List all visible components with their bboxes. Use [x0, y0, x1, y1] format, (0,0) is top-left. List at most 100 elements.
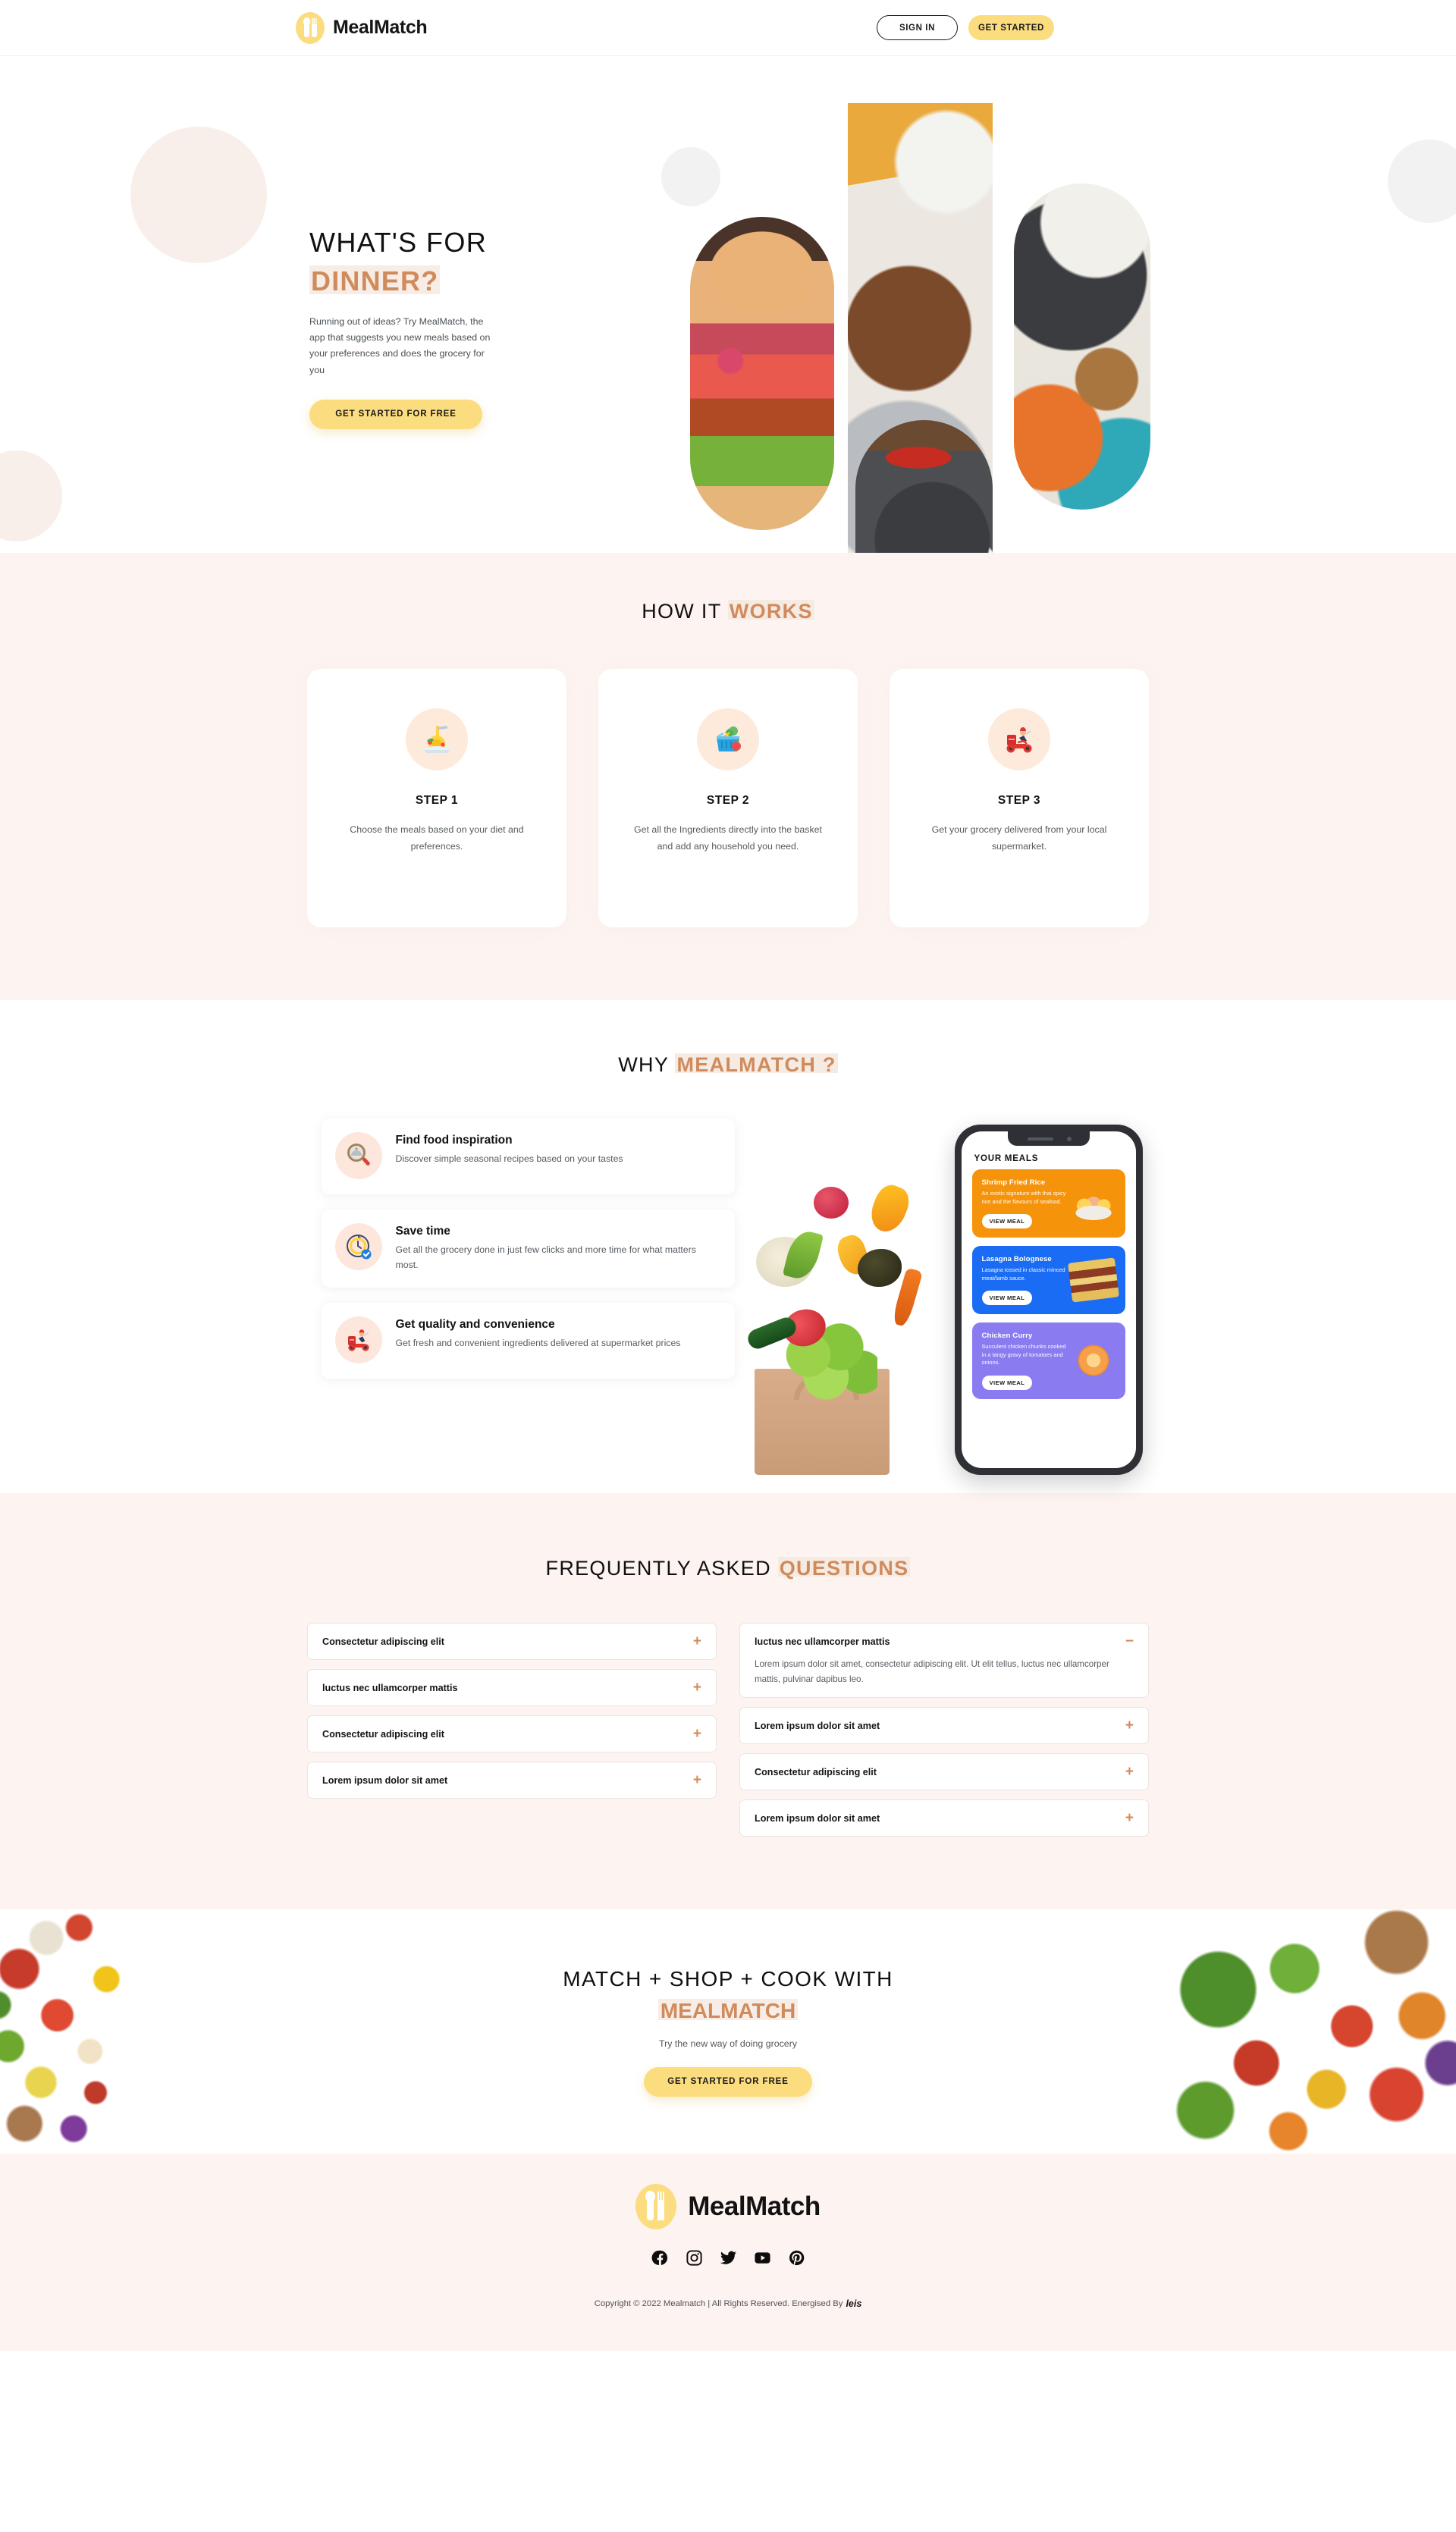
feature-title: Save time: [395, 1225, 450, 1238]
step-body: Get all the Ingredients directly into th…: [634, 824, 822, 852]
faq-toggle-icon[interactable]: −: [1125, 1634, 1134, 1649]
faq-question: Lorem ipsum dolor sit amet: [755, 1812, 880, 1824]
step-title: STEP 3: [997, 794, 1041, 807]
phone-notch: [1007, 1131, 1090, 1146]
faq-item-expanded[interactable]: luctus nec ullamcorper mattis − Lorem ips…: [739, 1623, 1149, 1699]
faq-toggle-icon[interactable]: +: [693, 1727, 701, 1741]
hero-copy: WHAT'S FOR DINNER? Running out of ideas?…: [309, 226, 560, 429]
title-accent: QUESTIONS: [777, 1557, 911, 1580]
get-started-button[interactable]: GET STARTED: [968, 15, 1054, 40]
why-title: WHY MEALMATCH ?: [0, 1053, 1456, 1077]
faq-question: Consectetur adipiscing elit: [755, 1766, 877, 1777]
facebook-icon[interactable]: [651, 2249, 669, 2267]
cta-get-started-button[interactable]: GET STARTED FOR FREE: [644, 2066, 812, 2097]
faq-question: luctus nec ullamcorper mattis: [322, 1682, 458, 1693]
shrimp-fried-rice-icon: [1069, 1184, 1117, 1224]
hero-food-image-chili-rice: [855, 420, 993, 553]
pasta-plate-icon: [406, 708, 468, 770]
faq-answer: Lorem ipsum dolor sit amet, consectetur …: [755, 1659, 1109, 1684]
view-meal-button[interactable]: VIEW MEAL: [981, 1375, 1033, 1390]
how-it-works-title: HOW IT WORKS: [0, 600, 1456, 623]
faq-column-right: luctus nec ullamcorper mattis − Lorem ips…: [739, 1623, 1149, 1837]
decorative-circle: [130, 127, 267, 263]
youtube-icon[interactable]: [754, 2249, 771, 2267]
view-meal-button[interactable]: VIEW MEAL: [981, 1214, 1033, 1229]
clock-check-icon: [334, 1223, 382, 1270]
hero-food-image-spread: [1014, 184, 1150, 510]
hero-section: WHAT'S FOR DINNER? Running out of ideas?…: [0, 56, 1456, 553]
faq-item[interactable]: luctus nec ullamcorper mattis +: [307, 1669, 717, 1706]
step-title: STEP 2: [706, 794, 750, 807]
step-card: STEP 1 Choose the meals based on your di…: [307, 669, 566, 927]
hero-title-line2: DINNER?: [309, 265, 441, 297]
cta-content: MATCH + SHOP + COOK WITH MEALMATCH Try t…: [563, 1967, 893, 2097]
feature-list: Find food inspiration Discover simple se…: [321, 1119, 735, 1475]
cta-title-accent: MEALMATCH: [657, 1998, 799, 2023]
faq-toggle-icon[interactable]: +: [1125, 1765, 1134, 1779]
grocery-bag-image: [735, 1147, 934, 1475]
faq-toggle-icon[interactable]: +: [1125, 1718, 1134, 1733]
title-accent: MEALMATCH ?: [675, 1053, 838, 1076]
vegetables-basket-image-right: [1148, 1909, 1456, 2154]
how-it-works-section: HOW IT WORKS STEP 1 Choose the meals bas…: [0, 553, 1456, 1000]
faq-item[interactable]: Lorem ipsum dolor sit amet +: [307, 1762, 717, 1799]
feature-card: Save time Get all the grocery done in ju…: [321, 1210, 735, 1288]
faq-columns: Consectetur adipiscing elit + luctus nec …: [0, 1623, 1456, 1837]
faq-item[interactable]: Lorem ipsum dolor sit amet +: [739, 1707, 1149, 1745]
faq-toggle-icon[interactable]: +: [693, 1773, 701, 1787]
copyright-text: Copyright © 2022 Mealmatch | All Rights …: [594, 2299, 843, 2309]
hero-subtitle: Running out of ideas? Try MealMatch, the…: [309, 315, 491, 375]
lasagna-icon: [1067, 1257, 1119, 1303]
faq-toggle-icon[interactable]: +: [693, 1680, 701, 1695]
partner-logo[interactable]: leis: [846, 2298, 861, 2309]
header-actions: SIGN IN GET STARTED: [877, 15, 1054, 40]
hero-title-line1: WHAT'S FOR: [309, 227, 488, 258]
faq-item[interactable]: Lorem ipsum dolor sit amet +: [739, 1799, 1149, 1837]
step-card: STEP 3 Get your grocery delivered from y…: [890, 669, 1149, 927]
faq-question: Consectetur adipiscing elit: [322, 1636, 444, 1647]
feature-title: Find food inspiration: [395, 1134, 513, 1147]
step-card: STEP 2 Get all the Ingredients directly …: [598, 669, 858, 927]
view-meal-button[interactable]: VIEW MEAL: [981, 1291, 1033, 1306]
pinterest-icon[interactable]: [788, 2249, 805, 2267]
cta-subtitle: Try the new way of doing grocery: [658, 2038, 798, 2049]
why-mealmatch-section: WHY MEALMATCH ? Find food inspiration Di…: [0, 1000, 1456, 1493]
faq-toggle-icon[interactable]: +: [1125, 1811, 1134, 1825]
phone-mockup: YOUR MEALS Shrimp Fried Rice An exotic s…: [954, 1125, 1143, 1475]
faq-item[interactable]: Consectetur adipiscing elit +: [307, 1623, 717, 1660]
faq-title: FREQUENTLY ASKED QUESTIONS: [0, 1557, 1456, 1580]
meal-card[interactable]: Chicken Curry Succulent chicken chunks c…: [971, 1322, 1125, 1399]
title-plain: WHY: [618, 1053, 676, 1076]
site-footer: MealMatch Copyright © 2022 Mealmatch | A…: [0, 2154, 1456, 2352]
instagram-icon[interactable]: [686, 2249, 703, 2267]
brand-logo[interactable]: MealMatch: [296, 11, 428, 44]
delivery-scooter-icon: [334, 1316, 382, 1364]
step-body: Get your grocery delivered from your loc…: [931, 824, 1107, 852]
feature-title: Get quality and convenience: [395, 1318, 555, 1332]
decorative-circle: [661, 147, 720, 206]
vegetables-image-left: [0, 1909, 259, 2154]
faq-item[interactable]: Consectetur adipiscing elit +: [739, 1753, 1149, 1791]
phone-screen: YOUR MEALS Shrimp Fried Rice An exotic s…: [961, 1131, 1136, 1468]
faq-item[interactable]: Consectetur adipiscing elit +: [307, 1715, 717, 1752]
phone-screen-title: YOUR MEALS: [974, 1154, 1039, 1163]
faq-toggle-icon[interactable]: +: [693, 1634, 701, 1649]
hero-get-started-button[interactable]: GET STARTED FOR FREE: [309, 399, 482, 429]
sign-in-button[interactable]: SIGN IN: [877, 15, 958, 40]
decorative-circle: [0, 450, 62, 541]
title-accent: WORKS: [727, 600, 814, 623]
feature-body: Get fresh and convenient ingredients del…: [395, 1338, 681, 1349]
site-header: MealMatch SIGN IN GET STARTED: [0, 0, 1456, 56]
meal-card[interactable]: Shrimp Fried Rice An exotic signature wi…: [971, 1169, 1125, 1238]
footer-brand-name: MealMatch: [688, 2192, 821, 2222]
footer-brand[interactable]: MealMatch: [635, 2184, 821, 2230]
feature-body: Get all the grocery done in just few cli…: [395, 1244, 696, 1270]
faq-question: luctus nec ullamcorper mattis: [755, 1636, 890, 1647]
hero-food-image-burger: [690, 217, 834, 530]
title-plain: HOW IT: [642, 600, 728, 623]
meal-card[interactable]: Lasagna Bolognese Lasagna tossed in clas…: [971, 1246, 1125, 1315]
twitter-icon[interactable]: [720, 2249, 737, 2267]
meal-desc: Succulent chicken chunks cooked in a tan…: [981, 1343, 1066, 1366]
grocery-basket-icon: [697, 708, 759, 770]
social-links: [651, 2249, 805, 2267]
